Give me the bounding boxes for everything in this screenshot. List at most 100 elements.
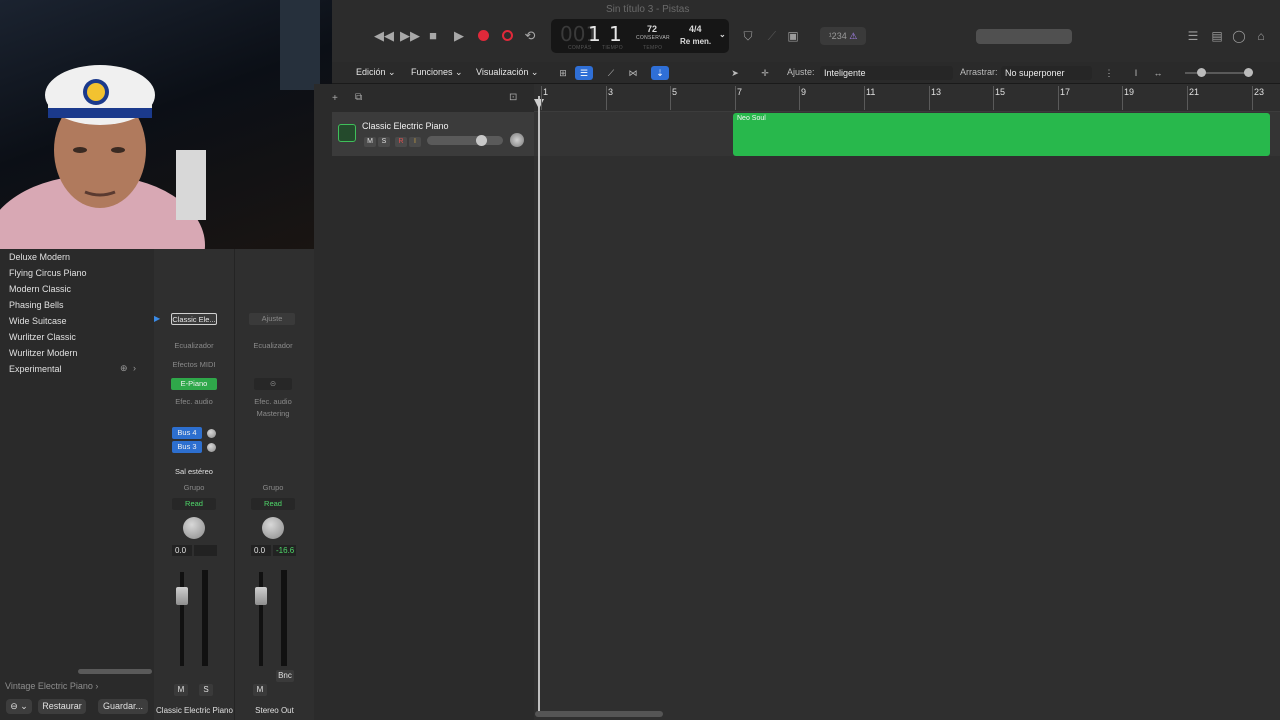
tracks-area[interactable] (534, 84, 1280, 720)
setting-button[interactable]: Ajuste (249, 313, 295, 325)
waveform-zoom-icon[interactable]: ⋮ (1100, 66, 1118, 80)
library-item[interactable]: Wurlitzer Modern (9, 348, 77, 358)
volume-fader[interactable] (255, 587, 267, 605)
zoom-slider[interactable] (1185, 72, 1245, 74)
mastering-slot[interactable]: Mastering (247, 408, 299, 420)
score-icon[interactable]: ▣ (785, 28, 801, 44)
track-volume-slider[interactable] (427, 136, 503, 145)
output-slot[interactable]: Sal estéreo (168, 466, 220, 478)
audio-fx-slot[interactable]: Efec. audio (247, 396, 299, 408)
metronome-icon[interactable]: ⟋ (764, 28, 780, 44)
instrument-slot[interactable]: E-Piano (171, 378, 217, 390)
save-button[interactable]: Guardar... (98, 699, 148, 714)
pan-knob[interactable] (183, 517, 205, 539)
menu-edit[interactable]: Edición ⌄ (356, 67, 396, 78)
library-item[interactable]: Wurlitzer Classic (9, 332, 76, 342)
automation-icon[interactable]: ⟋ (602, 66, 620, 80)
track-input-button[interactable]: I (409, 137, 421, 147)
track-name[interactable]: Classic Electric Piano (362, 121, 449, 131)
automation-mode[interactable]: Read (251, 498, 295, 510)
track-solo-button[interactable]: S (378, 137, 390, 147)
menu-functions[interactable]: Funciones ⌄ (411, 67, 463, 78)
zoom-slider-thumb-2[interactable] (1244, 68, 1253, 77)
delete-patch-button[interactable]: ⊖ ⌄ (6, 699, 32, 714)
list-editor-icon[interactable]: ☰ (1185, 28, 1201, 44)
browser-icon[interactable]: ⌂ (1253, 28, 1269, 44)
notepad-icon[interactable]: ▤ (1209, 28, 1225, 44)
volume-value[interactable]: 0.0 (172, 545, 192, 556)
snap-popup[interactable]: Inteligente (820, 66, 953, 80)
vertical-zoom-icon[interactable]: I (1127, 66, 1145, 80)
bounce-button[interactable]: Bnc (276, 670, 294, 682)
track-pan-knob[interactable] (510, 133, 524, 147)
solo-button[interactable]: S (199, 684, 213, 696)
play-button[interactable]: ▶ (450, 27, 468, 45)
fast-forward-button[interactable]: ▶▶ (400, 27, 420, 45)
chevron-down-icon[interactable]: ⌄ (719, 30, 726, 39)
replace-record-button[interactable] (498, 27, 516, 45)
restore-button[interactable]: Restaurar (38, 699, 86, 714)
tuner-icon[interactable]: ⛉ (740, 28, 756, 44)
library-item[interactable]: Modern Classic (9, 284, 71, 294)
secondary-tool-icon[interactable]: ✛ (756, 66, 774, 80)
channel-name[interactable]: Classic Electric Piano (155, 706, 234, 715)
cycle-button[interactable]: ⟲ (521, 27, 539, 45)
group-slot[interactable]: Grupo (247, 482, 299, 494)
drag-popup[interactable]: No superponer (1001, 66, 1092, 80)
chevron-right-icon[interactable]: › (133, 363, 136, 373)
link-icon[interactable]: ⊝ (254, 378, 292, 390)
zoom-slider-thumb[interactable] (1197, 68, 1206, 77)
playhead[interactable] (538, 96, 540, 714)
library-item[interactable]: Flying Circus Piano (9, 268, 87, 278)
automation-mode[interactable]: Read (172, 498, 216, 510)
library-item[interactable]: Experimental (9, 364, 62, 374)
channel-setting-button[interactable]: Classic Ele... (171, 313, 217, 325)
stop-button[interactable]: ■ (424, 27, 442, 45)
duplicate-track-icon[interactable]: ⧉ (355, 92, 362, 103)
channel-name[interactable]: Stereo Out (235, 706, 314, 715)
lcd-display[interactable]: 001 1 1 COMPÁS TIEMPO 72 CONSERVAR TEMPO… (551, 19, 729, 53)
library-scrollbar[interactable] (78, 669, 152, 674)
group-slot[interactable]: Grupo (168, 482, 220, 494)
lcd-bar: 1 (588, 22, 601, 46)
horizontal-scrollbar[interactable] (535, 711, 663, 717)
grid-view-icon[interactable]: ⊞ (554, 66, 572, 80)
track-record-button[interactable]: R (395, 137, 407, 147)
send-slot[interactable]: Bus 3 (172, 441, 202, 453)
add-track-icon[interactable]: + (332, 93, 338, 104)
list-view-icon[interactable]: ☰ (575, 66, 593, 80)
track-volume-thumb[interactable] (476, 135, 487, 146)
send-knob[interactable] (207, 443, 216, 452)
midi-region[interactable] (733, 113, 1270, 156)
send-knob[interactable] (207, 429, 216, 438)
bar-tick (864, 86, 865, 110)
midi-fx-slot[interactable]: Efectos MIDI (168, 359, 220, 371)
track-header[interactable] (332, 112, 534, 156)
record-button[interactable] (474, 27, 492, 45)
mute-button[interactable]: M (253, 684, 267, 696)
audio-fx-slot[interactable]: Efec. audio (168, 396, 220, 408)
count-in-button[interactable]: ¹234 ⚠ (820, 27, 866, 45)
library-item[interactable]: Wide Suitcase (9, 316, 67, 326)
track-mute-button[interactable]: M (364, 137, 376, 147)
volume-value[interactable]: 0.0 (251, 545, 271, 556)
catch-icon[interactable]: ⇣ (651, 66, 669, 80)
library-item[interactable]: Deluxe Modern (9, 252, 70, 262)
eq-slot[interactable]: Ecualizador (168, 340, 220, 352)
eq-slot[interactable]: Ecualizador (247, 340, 299, 352)
bar-ruler[interactable] (534, 84, 1280, 112)
loop-browser-icon[interactable]: ◯ (1231, 28, 1247, 44)
pointer-tool-icon[interactable]: ➤ (726, 66, 744, 80)
library-path-label[interactable]: Vintage Electric Piano › (5, 681, 98, 691)
rewind-button[interactable]: ◀◀ (374, 27, 394, 45)
pan-knob[interactable] (262, 517, 284, 539)
mute-button[interactable]: M (174, 684, 188, 696)
volume-fader[interactable] (176, 587, 188, 605)
horizontal-fit-icon[interactable]: ↔ (1149, 66, 1167, 80)
global-tracks-icon[interactable]: ⊡ (509, 92, 517, 103)
send-slot[interactable]: Bus 4 (172, 427, 202, 439)
flex-icon[interactable]: ⋈ (624, 66, 642, 80)
menu-view[interactable]: Visualización ⌄ (476, 67, 538, 78)
library-item[interactable]: Phasing Bells (9, 300, 64, 310)
add-icon[interactable]: ⊕ (120, 363, 128, 374)
